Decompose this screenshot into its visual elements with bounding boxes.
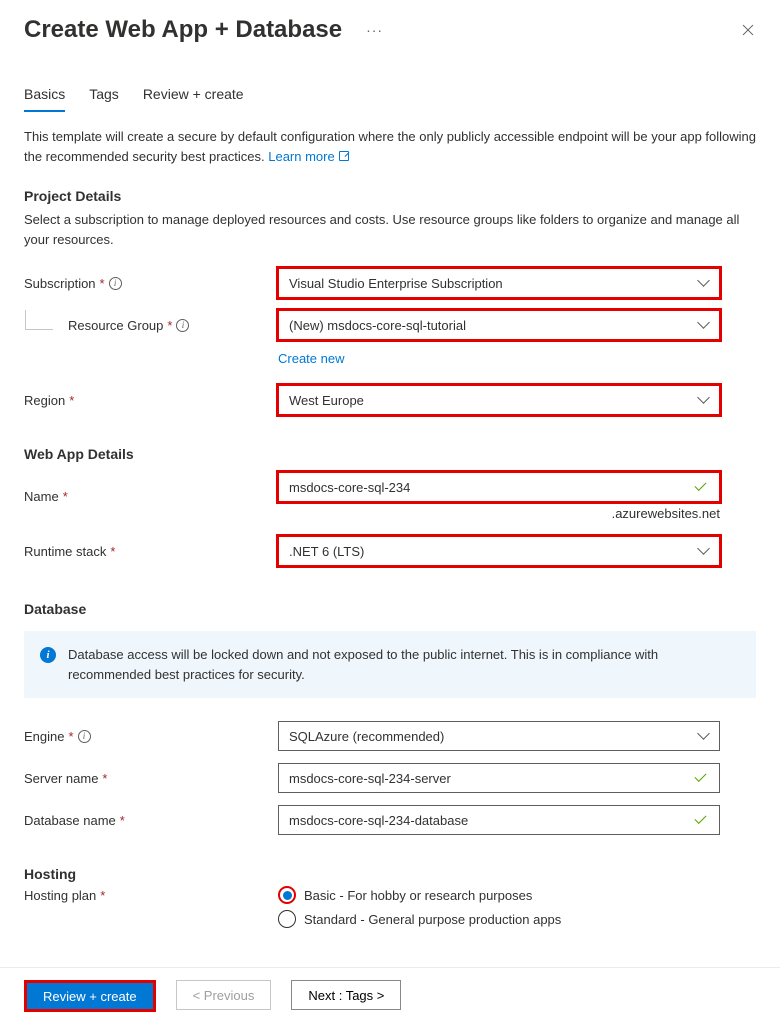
project-details-desc: Select a subscription to manage deployed… xyxy=(24,210,756,249)
engine-label-text: Engine xyxy=(24,729,64,744)
subscription-value: Visual Studio Enterprise Subscription xyxy=(289,276,503,291)
domain-suffix: .azurewebsites.net xyxy=(278,506,720,521)
name-input[interactable]: msdocs-core-sql-234 xyxy=(278,472,720,502)
database-info-callout: i Database access will be locked down an… xyxy=(24,631,756,698)
header: Create Web App + Database ··· xyxy=(0,0,780,48)
check-icon xyxy=(695,773,709,783)
runtime-value: .NET 6 (LTS) xyxy=(289,544,364,559)
subscription-label-text: Subscription xyxy=(24,276,96,291)
resource-group-row: Resource Group * i (New) msdocs-core-sql… xyxy=(24,309,756,341)
database-name-value: msdocs-core-sql-234-database xyxy=(289,813,468,828)
engine-label: Engine * i xyxy=(24,729,278,744)
tree-line-icon xyxy=(25,310,53,330)
radio-icon xyxy=(278,886,296,904)
required-marker: * xyxy=(69,393,74,408)
content: This template will create a secure by de… xyxy=(0,113,780,928)
name-label-text: Name xyxy=(24,489,59,504)
runtime-label-text: Runtime stack xyxy=(24,544,106,559)
hosting-plan-basic-label: Basic - For hobby or research purposes xyxy=(304,888,532,903)
footer: Review + create < Previous Next : Tags > xyxy=(0,967,780,1032)
name-row: Name * msdocs-core-sql-234 .azurewebsite… xyxy=(24,472,756,521)
info-icon[interactable]: i xyxy=(176,319,189,332)
intro-text-span: This template will create a secure by de… xyxy=(24,129,756,164)
hosting-plan-standard-label: Standard - General purpose production ap… xyxy=(304,912,561,927)
hosting-plan-label-text: Hosting plan xyxy=(24,888,96,903)
database-heading: Database xyxy=(24,601,756,617)
resource-group-label: Resource Group * i xyxy=(24,318,278,333)
next-button[interactable]: Next : Tags > xyxy=(291,980,401,1010)
learn-more-label: Learn more xyxy=(268,147,334,167)
hosting-plan-basic[interactable]: Basic - For hobby or research purposes xyxy=(278,886,720,904)
create-new-link[interactable]: Create new xyxy=(278,351,756,366)
runtime-label: Runtime stack * xyxy=(24,544,278,559)
tabs: Basics Tags Review + create xyxy=(0,86,780,113)
server-name-input[interactable]: msdocs-core-sql-234-server xyxy=(278,763,720,793)
chevron-down-icon xyxy=(699,397,709,403)
chevron-down-icon xyxy=(699,548,709,554)
check-icon xyxy=(695,482,709,492)
engine-select[interactable]: SQLAzure (recommended) xyxy=(278,721,720,751)
server-name-row: Server name * msdocs-core-sql-234-server xyxy=(24,762,756,794)
region-select[interactable]: West Europe xyxy=(278,385,720,415)
project-details-heading: Project Details xyxy=(24,188,756,204)
resource-group-label-text: Resource Group xyxy=(68,318,163,333)
region-label-text: Region xyxy=(24,393,65,408)
database-name-label: Database name * xyxy=(24,813,278,828)
chevron-down-icon xyxy=(699,733,709,739)
name-value: msdocs-core-sql-234 xyxy=(289,480,410,495)
hosting-heading: Hosting xyxy=(24,866,756,882)
required-marker: * xyxy=(63,489,68,504)
required-marker: * xyxy=(68,729,73,744)
check-icon xyxy=(695,815,709,825)
page-title: Create Web App + Database xyxy=(24,16,342,44)
subscription-select[interactable]: Visual Studio Enterprise Subscription xyxy=(278,268,720,298)
close-icon[interactable] xyxy=(740,22,756,38)
hosting-plan-row: Hosting plan * Basic - For hobby or rese… xyxy=(24,886,756,928)
previous-button: < Previous xyxy=(176,980,272,1010)
runtime-select[interactable]: .NET 6 (LTS) xyxy=(278,536,720,566)
required-marker: * xyxy=(120,813,125,828)
database-name-row: Database name * msdocs-core-sql-234-data… xyxy=(24,804,756,836)
tab-basics[interactable]: Basics xyxy=(24,86,65,112)
subscription-label: Subscription * i xyxy=(24,276,278,291)
name-label: Name * xyxy=(24,489,278,504)
info-icon: i xyxy=(40,647,56,663)
required-marker: * xyxy=(100,276,105,291)
hosting-plan-label: Hosting plan * xyxy=(24,886,278,903)
hosting-plan-radio-group: Basic - For hobby or research purposes S… xyxy=(278,886,720,928)
chevron-down-icon xyxy=(699,322,709,328)
required-marker: * xyxy=(167,318,172,333)
server-name-value: msdocs-core-sql-234-server xyxy=(289,771,451,786)
required-marker: * xyxy=(102,771,107,786)
more-icon[interactable]: ··· xyxy=(366,22,383,38)
chevron-down-icon xyxy=(699,280,709,286)
runtime-row: Runtime stack * .NET 6 (LTS) xyxy=(24,535,756,567)
server-name-label: Server name * xyxy=(24,771,278,786)
learn-more-link[interactable]: Learn more xyxy=(268,147,348,167)
info-icon[interactable]: i xyxy=(78,730,91,743)
review-create-button[interactable]: Review + create xyxy=(24,980,156,1012)
engine-value: SQLAzure (recommended) xyxy=(289,729,444,744)
region-value: West Europe xyxy=(289,393,364,408)
info-icon[interactable]: i xyxy=(109,277,122,290)
callout-text: Database access will be locked down and … xyxy=(68,645,740,684)
radio-icon xyxy=(278,910,296,928)
resource-group-select[interactable]: (New) msdocs-core-sql-tutorial xyxy=(278,310,720,340)
database-name-input[interactable]: msdocs-core-sql-234-database xyxy=(278,805,720,835)
required-marker: * xyxy=(110,544,115,559)
server-name-label-text: Server name xyxy=(24,771,98,786)
tab-review-create[interactable]: Review + create xyxy=(143,86,244,112)
region-label: Region * xyxy=(24,393,278,408)
required-marker: * xyxy=(100,888,105,903)
tab-tags[interactable]: Tags xyxy=(89,86,119,112)
intro-text: This template will create a secure by de… xyxy=(24,127,756,166)
external-link-icon xyxy=(339,151,349,161)
hosting-plan-standard[interactable]: Standard - General purpose production ap… xyxy=(278,910,720,928)
database-name-label-text: Database name xyxy=(24,813,116,828)
resource-group-value: (New) msdocs-core-sql-tutorial xyxy=(289,318,466,333)
subscription-row: Subscription * i Visual Studio Enterpris… xyxy=(24,267,756,299)
web-app-details-heading: Web App Details xyxy=(24,446,756,462)
engine-row: Engine * i SQLAzure (recommended) xyxy=(24,720,756,752)
region-row: Region * West Europe xyxy=(24,384,756,416)
